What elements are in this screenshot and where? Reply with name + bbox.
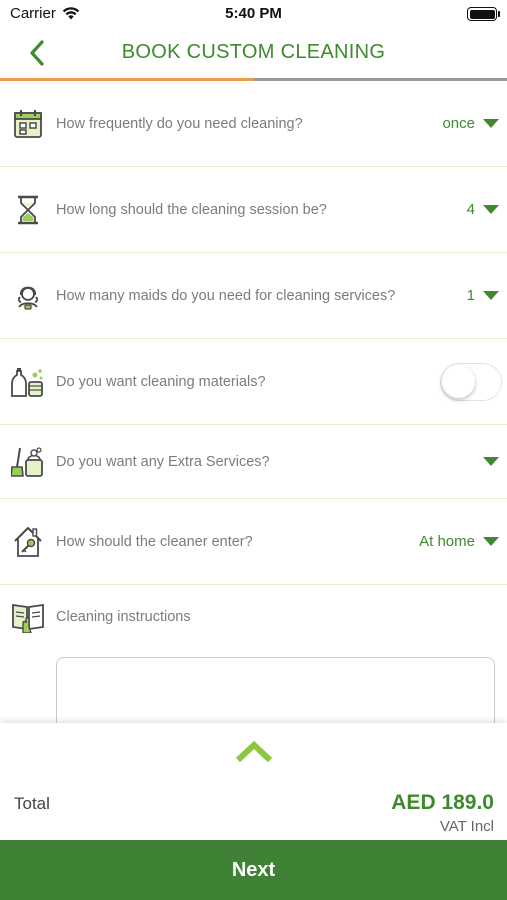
caret-down-icon [483,291,499,300]
entry-question: How should the cleaner enter? [56,533,253,550]
hourglass-icon [11,193,45,227]
expand-summary-button[interactable] [234,737,274,767]
total-amount: AED 189.0 [391,791,494,814]
frequency-question: How frequently do you need cleaning? [56,115,303,132]
entry-value: At home [419,533,475,550]
caret-down-icon [483,119,499,128]
calendar-icon [11,107,45,141]
house-key-icon [11,525,45,559]
duration-row[interactable]: How long should the cleaning session be?… [0,167,507,253]
header: BOOK CUSTOM CLEANING [0,28,507,80]
status-bar: Carrier 5:40 PM [0,0,507,28]
instructions-section: Cleaning instructions [0,584,507,747]
caret-down-icon [483,537,499,546]
duration-select[interactable]: 4 [467,201,499,218]
entry-select[interactable]: At home [419,533,499,550]
instructions-icon [11,599,45,634]
entry-row[interactable]: How should the cleaner enter? At home [0,499,507,585]
battery-icon [467,7,500,21]
materials-question: Do you want cleaning materials? [56,373,266,390]
frequency-row[interactable]: How frequently do you need cleaning? onc… [0,81,507,167]
materials-toggle[interactable] [440,362,502,401]
frequency-value: once [442,115,475,132]
frequency-select[interactable]: once [442,115,499,132]
maids-row[interactable]: How many maids do you need for cleaning … [0,253,507,339]
extra-services-row[interactable]: Do you want any Extra Services? [0,425,507,499]
maid-icon [11,279,45,313]
summary-panel: Total AED 189.0 VAT Incl [0,723,507,840]
extra-services-icon [11,445,45,479]
toggle-knob [442,364,475,398]
maids-select[interactable]: 1 [467,287,499,304]
cleaning-materials-icon [11,365,45,399]
vat-label: VAT Incl [439,818,494,835]
clock: 5:40 PM [225,5,282,22]
page-title: BOOK CUSTOM CLEANING [121,41,386,63]
chevron-up-icon [235,740,273,763]
duration-value: 4 [466,201,475,218]
caret-down-icon [483,205,499,214]
maids-question: How many maids do you need for cleaning … [56,287,396,304]
caret-down-icon [483,457,499,466]
instructions-label: Cleaning instructions [56,609,191,625]
extra-services-select[interactable] [475,457,499,466]
total-label: Total [14,794,50,813]
maids-value: 1 [466,287,475,304]
next-button[interactable]: Next [0,840,507,900]
extra-services-question: Do you want any Extra Services? [56,453,270,470]
duration-question: How long should the cleaning session be? [56,201,327,218]
materials-row: Do you want cleaning materials? [0,339,507,425]
